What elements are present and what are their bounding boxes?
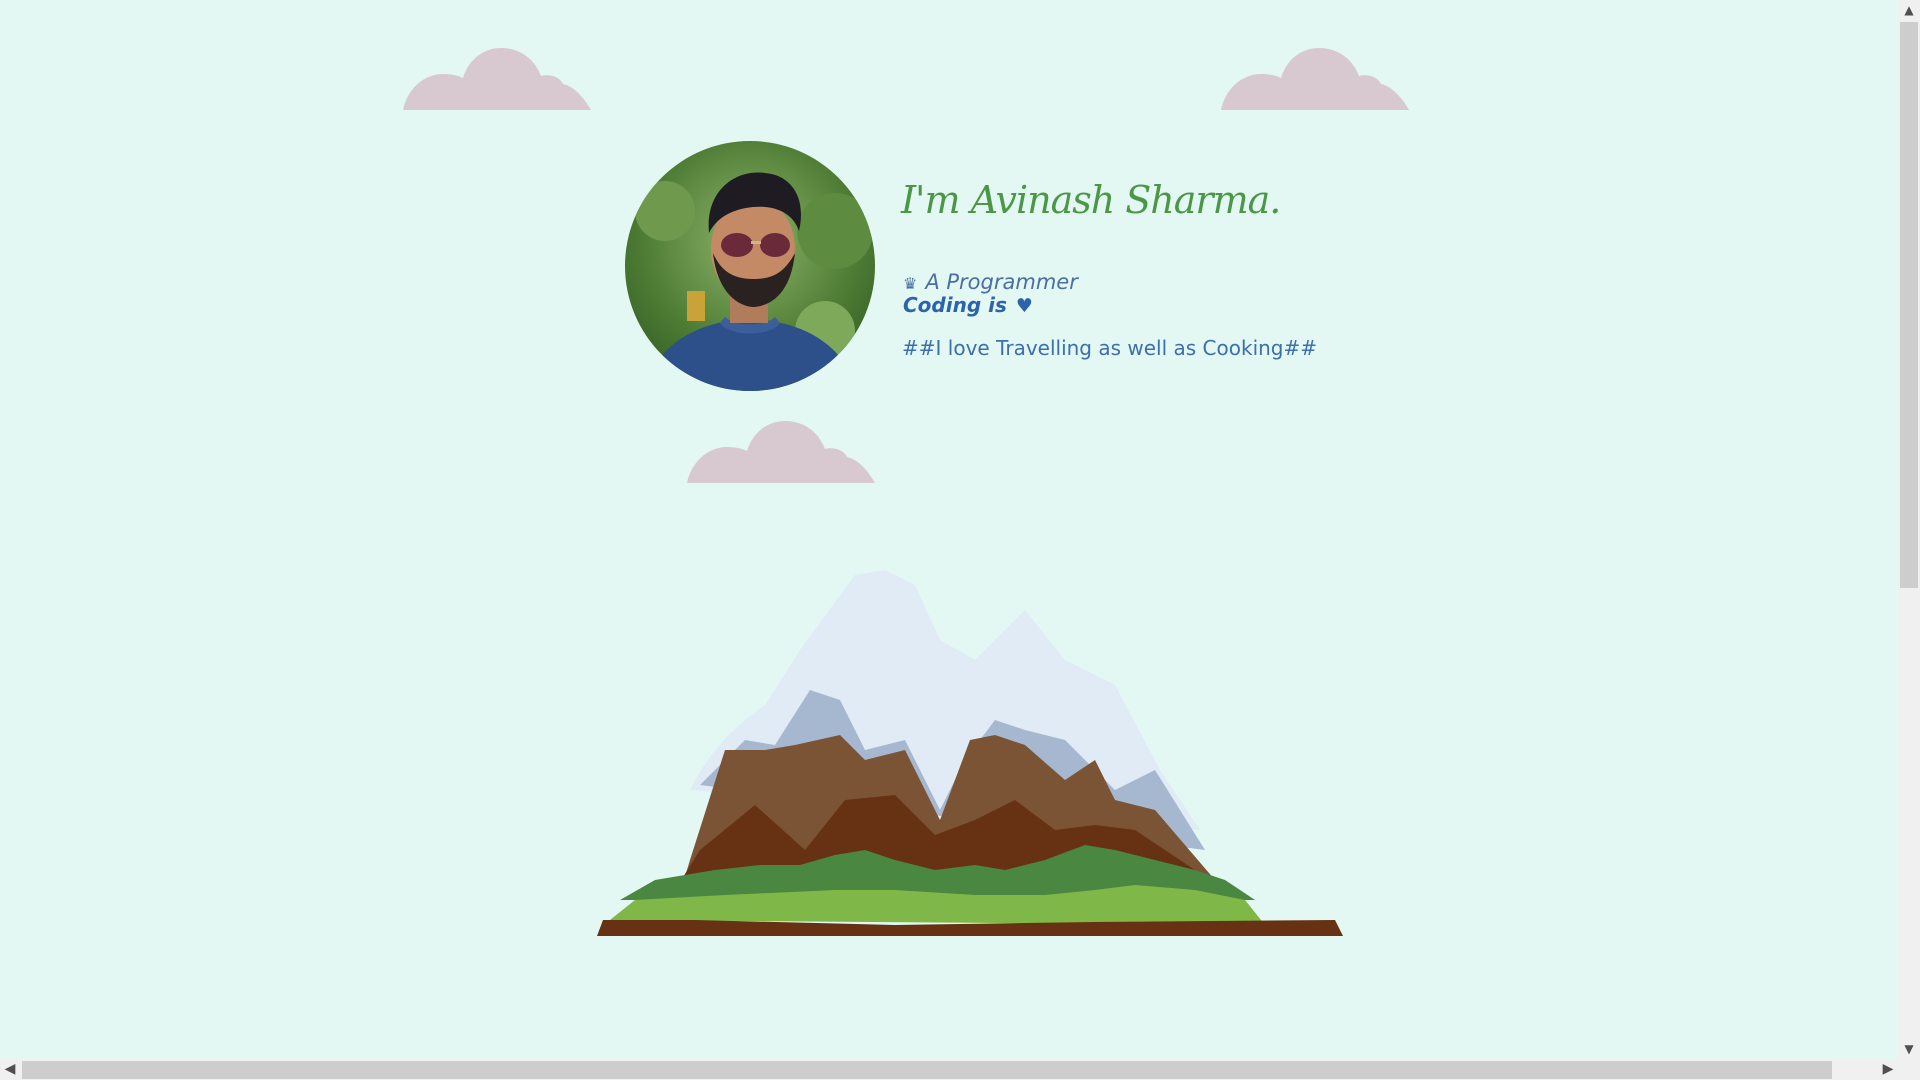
cloud-icon: [1221, 48, 1409, 110]
role-line: ♛ A Programmer: [903, 270, 1078, 294]
scroll-down-icon[interactable]: ▼: [1898, 1039, 1920, 1059]
cloud-icon: [687, 421, 875, 483]
role-text: A Programmer: [925, 270, 1078, 294]
page-title: I'm Avinash Sharma.: [901, 178, 1281, 222]
mountain-illustration: [597, 570, 1343, 936]
scroll-up-icon[interactable]: ▲: [1898, 0, 1920, 20]
cloud-icon: [403, 48, 591, 110]
horizontal-scrollbar[interactable]: ◀ ▶: [0, 1059, 1898, 1080]
scrollbar-corner: [1898, 1059, 1920, 1080]
vertical-scrollbar[interactable]: ▲ ▼: [1898, 0, 1920, 1059]
avatar: [625, 141, 875, 391]
horizontal-scroll-thumb[interactable]: [22, 1061, 1832, 1079]
coding-line: Coding is ♥: [903, 293, 1033, 317]
page: I'm Avinash Sharma. ♛ A Programmer Coding…: [0, 0, 1920, 1080]
scroll-left-icon[interactable]: ◀: [0, 1059, 20, 1080]
profile-photo: [625, 141, 875, 391]
robot-icon: ♛: [903, 274, 918, 293]
heart-icon: ♥: [1015, 295, 1033, 317]
hobby-text: ##I love Travelling as well as Cooking##: [902, 336, 1318, 360]
scroll-right-icon[interactable]: ▶: [1878, 1059, 1898, 1080]
coding-text: Coding is: [903, 293, 1007, 317]
vertical-scroll-thumb[interactable]: [1900, 22, 1918, 588]
